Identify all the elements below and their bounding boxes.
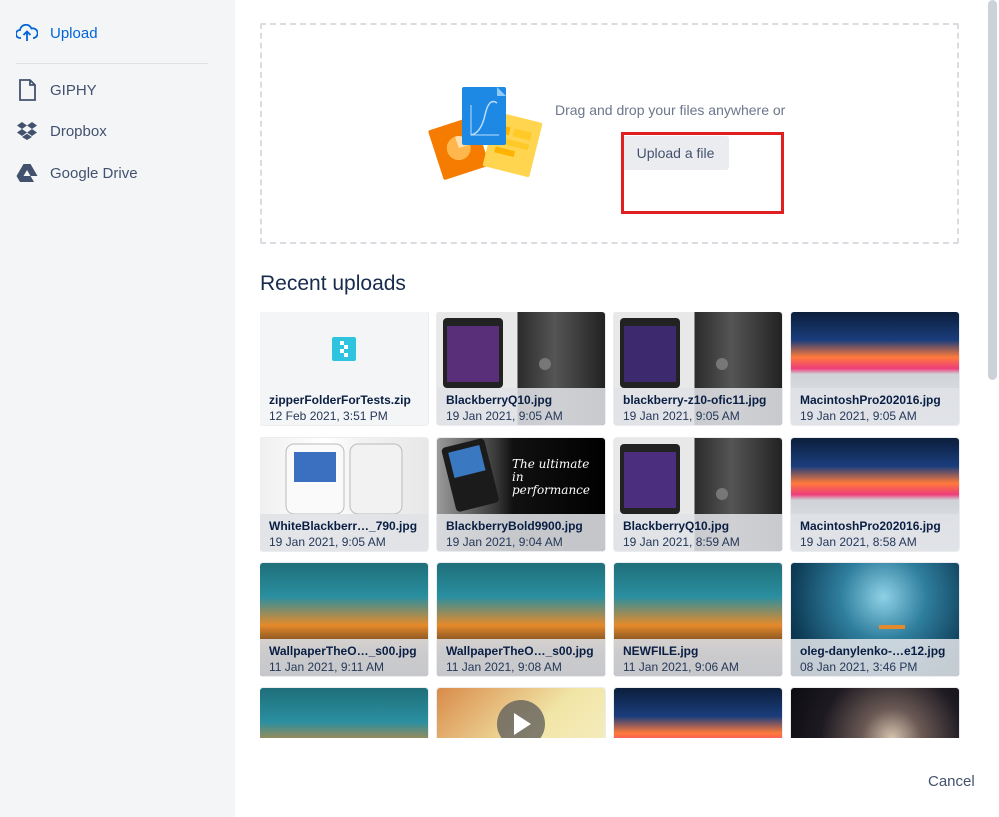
image-thumbnail xyxy=(791,688,959,738)
file-date: 19 Jan 2021, 8:59 AM xyxy=(623,535,740,549)
sidebar: Upload GIPHY Dropbox Google Drive xyxy=(0,0,235,817)
upload-card[interactable]: blackberry-z10-ofic11.jpg 19 Jan 2021, 9… xyxy=(614,312,782,425)
sidebar-item-label: Dropbox xyxy=(50,122,107,140)
image-thumbnail xyxy=(614,688,782,738)
file-name: WallpaperTheO…_s00.jpg xyxy=(269,644,417,658)
recent-uploads-grid: zipperFolderForTests.zip 12 Feb 2021, 3:… xyxy=(260,312,960,738)
upload-cloud-icon xyxy=(16,22,38,44)
file-name: BlackberryQ10.jpg xyxy=(623,519,730,533)
file-name: WallpaperTheO…_s00.jpg xyxy=(446,644,594,658)
card-meta: WallpaperTheO…_s00.jpg 11 Jan 2021, 9:08… xyxy=(437,639,605,676)
file-date: 11 Jan 2021, 9:06 AM xyxy=(623,660,739,674)
thumbnail-caption: The ultimate in performance xyxy=(512,457,591,497)
file-icon xyxy=(16,79,38,101)
file-name: NEWFILE.jpg xyxy=(623,644,699,658)
upload-card[interactable]: MacintoshPro202016.jpg 19 Jan 2021, 9:05… xyxy=(791,312,959,425)
upload-card[interactable]: oleg-danylenko-…e12.jpg 08 Jan 2021, 3:4… xyxy=(791,563,959,676)
card-meta: oleg-danylenko-…e12.jpg 08 Jan 2021, 3:4… xyxy=(791,639,959,676)
sidebar-item-label: Upload xyxy=(50,24,98,42)
card-meta: BlackberryBold9900.jpg 19 Jan 2021, 9:04… xyxy=(437,514,605,551)
video-thumbnail xyxy=(437,688,605,738)
card-meta: BlackberryQ10.jpg 19 Jan 2021, 9:05 AM xyxy=(437,388,605,425)
upload-card[interactable]: WallpaperTheO…_s00.jpg 11 Jan 2021, 9:08… xyxy=(437,563,605,676)
image-thumbnail xyxy=(260,688,428,738)
sidebar-item-dropbox[interactable]: Dropbox xyxy=(16,120,107,142)
card-meta: MacintoshPro202016.jpg 19 Jan 2021, 9:05… xyxy=(791,388,959,425)
upload-card[interactable] xyxy=(437,688,605,738)
file-date: 19 Jan 2021, 9:05 AM xyxy=(446,409,563,423)
file-date: 11 Jan 2021, 9:11 AM xyxy=(269,660,384,674)
scrollbar-thumb[interactable] xyxy=(988,0,997,380)
upload-card[interactable] xyxy=(260,688,428,738)
upload-card[interactable]: WallpaperTheO…_s00.jpg 11 Jan 2021, 9:11… xyxy=(260,563,428,676)
upload-card[interactable]: The ultimate in performance BlackberryBo… xyxy=(437,438,605,551)
card-meta: WhiteBlackberr…_790.jpg 19 Jan 2021, 9:0… xyxy=(260,514,428,551)
file-name: WhiteBlackberr…_790.jpg xyxy=(269,519,418,533)
file-date: 19 Jan 2021, 8:58 AM xyxy=(800,535,917,549)
card-meta: NEWFILE.jpg 11 Jan 2021, 9:06 AM xyxy=(614,639,782,676)
files-illustration-icon xyxy=(425,83,545,183)
file-date: 19 Jan 2021, 9:05 AM xyxy=(269,535,386,549)
upload-card[interactable] xyxy=(791,688,959,738)
upload-card[interactable]: BlackberryQ10.jpg 19 Jan 2021, 8:59 AM xyxy=(614,438,782,551)
sidebar-item-label: Google Drive xyxy=(50,164,138,182)
file-name: MacintoshPro202016.jpg xyxy=(800,519,941,533)
file-name: zipperFolderForTests.zip xyxy=(269,393,411,407)
drop-instructions: Drag and drop your files anywhere or xyxy=(555,102,786,118)
file-name: BlackberryBold9900.jpg xyxy=(446,519,583,533)
upload-card[interactable]: zipperFolderForTests.zip 12 Feb 2021, 3:… xyxy=(260,312,428,425)
dropbox-icon xyxy=(16,120,38,142)
sidebar-item-google-drive[interactable]: Google Drive xyxy=(16,162,138,184)
cancel-button[interactable]: Cancel xyxy=(928,773,975,790)
upload-file-button[interactable]: Upload a file xyxy=(622,136,729,170)
card-meta: MacintoshPro202016.jpg 19 Jan 2021, 8:58… xyxy=(791,514,959,551)
upload-card[interactable]: NEWFILE.jpg 11 Jan 2021, 9:06 AM xyxy=(614,563,782,676)
card-meta: BlackberryQ10.jpg 19 Jan 2021, 8:59 AM xyxy=(614,514,782,551)
main-panel: Drag and drop your files anywhere or Upl… xyxy=(235,0,999,817)
upload-card[interactable]: BlackberryQ10.jpg 19 Jan 2021, 9:05 AM xyxy=(437,312,605,425)
google-drive-icon xyxy=(16,162,38,184)
upload-card[interactable]: WhiteBlackberr…_790.jpg 19 Jan 2021, 9:0… xyxy=(260,438,428,551)
file-name: blackberry-z10-ofic11.jpg xyxy=(623,393,767,407)
drop-zone[interactable]: Drag and drop your files anywhere or Upl… xyxy=(260,23,959,244)
file-name: oleg-danylenko-…e12.jpg xyxy=(800,644,946,658)
file-date: 19 Jan 2021, 9:04 AM xyxy=(446,535,563,549)
card-meta: blackberry-z10-ofic11.jpg 19 Jan 2021, 9… xyxy=(614,388,782,425)
file-date: 19 Jan 2021, 9:05 AM xyxy=(623,409,740,423)
card-meta: zipperFolderForTests.zip 12 Feb 2021, 3:… xyxy=(260,388,428,425)
sidebar-item-giphy[interactable]: GIPHY xyxy=(16,79,97,101)
recent-uploads-title: Recent uploads xyxy=(260,272,406,295)
card-meta: WallpaperTheO…_s00.jpg 11 Jan 2021, 9:11… xyxy=(260,639,428,676)
file-name: MacintoshPro202016.jpg xyxy=(800,393,941,407)
upload-card[interactable] xyxy=(614,688,782,738)
upload-card[interactable]: MacintoshPro202016.jpg 19 Jan 2021, 8:58… xyxy=(791,438,959,551)
sidebar-item-upload[interactable]: Upload xyxy=(16,22,98,44)
file-date: 11 Jan 2021, 9:08 AM xyxy=(446,660,562,674)
file-name: BlackberryQ10.jpg xyxy=(446,393,553,407)
sidebar-item-label: GIPHY xyxy=(50,81,97,99)
file-date: 12 Feb 2021, 3:51 PM xyxy=(269,409,388,423)
sidebar-divider xyxy=(16,63,208,64)
file-date: 19 Jan 2021, 9:05 AM xyxy=(800,409,917,423)
file-date: 08 Jan 2021, 3:46 PM xyxy=(800,660,918,674)
